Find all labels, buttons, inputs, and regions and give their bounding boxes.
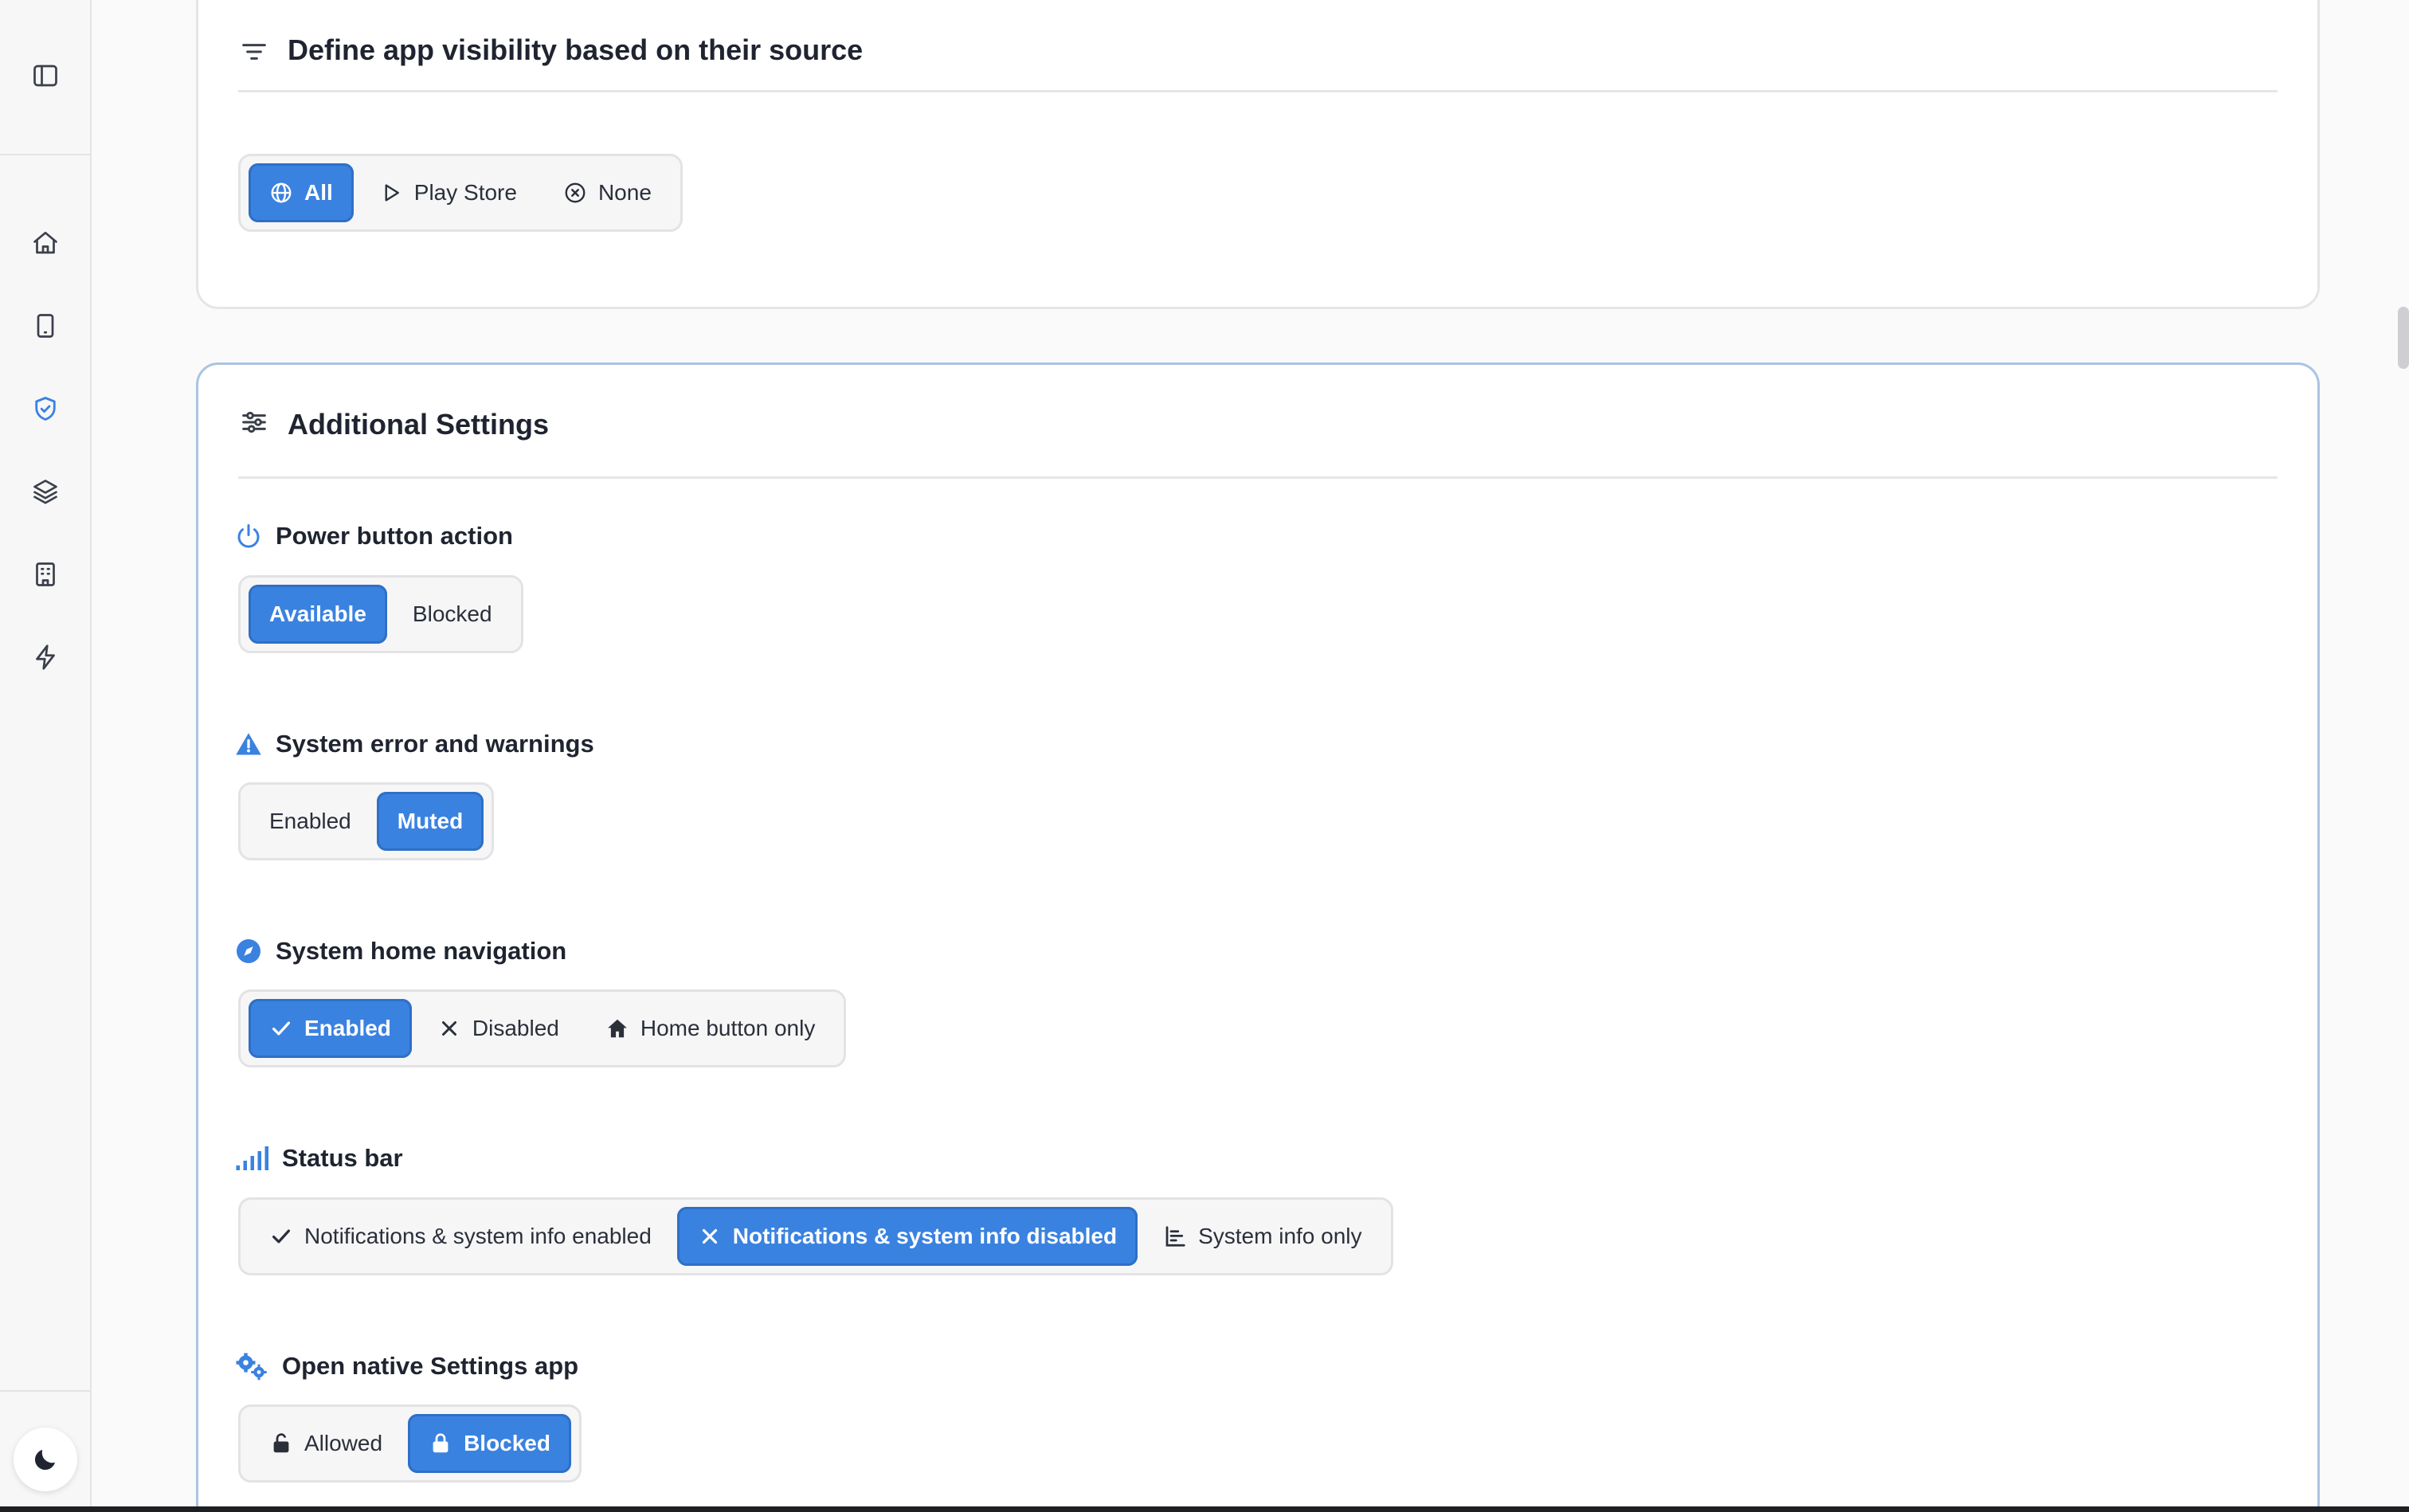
source-option-all[interactable]: All [249, 163, 354, 222]
chart-icon [1163, 1224, 1187, 1248]
check-icon [269, 1016, 293, 1040]
home-nav-option-home-button-only-label: Home button only [640, 1016, 816, 1040]
settings-app-label: Open native Settings app [234, 1352, 578, 1381]
building-icon [36, 562, 55, 586]
home-nav-option-home-button-only[interactable]: Home button only [585, 999, 836, 1058]
sidebar-item-home[interactable] [26, 224, 65, 262]
home-nav-option-disabled-label: Disabled [472, 1016, 559, 1040]
globe-icon [269, 181, 293, 205]
home-icon [33, 231, 57, 254]
power-button-label-text: Power button action [276, 522, 513, 550]
additional-settings-card: Additional Settings Power button action … [196, 362, 2320, 1512]
status-bar-option-system-info-only[interactable]: System info only [1142, 1207, 1382, 1266]
sidebar-item-policies[interactable] [26, 390, 65, 428]
lock-icon [429, 1432, 452, 1455]
filter-lines-icon [242, 44, 266, 60]
settings-app-selector: Allowed Blocked [238, 1404, 582, 1483]
power-option-available-label: Available [269, 601, 366, 626]
power-icon [234, 522, 263, 550]
scrollbar-thumb[interactable] [2398, 307, 2409, 369]
settings-app-label-text: Open native Settings app [282, 1352, 579, 1380]
system-errors-option-enabled-label: Enabled [269, 809, 351, 833]
shield-check-icon [35, 397, 56, 421]
home-nav-option-enabled-label: Enabled [304, 1016, 391, 1040]
home-navigation-label-text: System home navigation [276, 937, 567, 965]
status-bar-label-text: Status bar [282, 1144, 403, 1172]
sidebar-item-devices[interactable] [26, 307, 65, 345]
sidebar [0, 0, 92, 1512]
moon-icon [34, 1450, 55, 1471]
home-navigation-label: System home navigation [234, 937, 566, 966]
status-bar-selector: Notifications & system info enabled Noti… [238, 1197, 1393, 1275]
lightning-icon [36, 644, 55, 670]
settings-app-option-blocked-label: Blocked [464, 1431, 550, 1455]
warning-triangle-icon [234, 730, 263, 758]
settings-app-option-allowed[interactable]: Allowed [249, 1414, 403, 1473]
app-source-card-header: Define app visibility based on their sou… [238, 0, 2278, 92]
system-errors-option-muted[interactable]: Muted [376, 792, 484, 851]
status-bar-option-enabled[interactable]: Notifications & system info enabled [249, 1207, 672, 1266]
system-errors-label: System error and warnings [234, 730, 594, 758]
home-nav-option-disabled[interactable]: Disabled [417, 999, 580, 1058]
sidebar-toggle-icon [33, 65, 57, 87]
theme-toggle-button[interactable] [14, 1428, 77, 1491]
sidebar-item-layers[interactable] [26, 472, 65, 511]
play-icon [379, 181, 403, 205]
status-bar-option-disabled-label: Notifications & system info disabled [732, 1224, 1118, 1248]
power-button-selector: Available Blocked [238, 575, 523, 653]
power-option-available[interactable]: Available [249, 585, 387, 644]
app-source-title: Define app visibility based on their sou… [288, 33, 864, 66]
source-option-none-label: None [597, 180, 652, 205]
settings-app-option-allowed-label: Allowed [304, 1431, 383, 1455]
gears-icon [234, 1352, 269, 1381]
additional-settings-header: Additional Settings [238, 365, 2278, 479]
settings-app-option-blocked[interactable]: Blocked [408, 1414, 571, 1473]
source-option-play-store-label: Play Store [413, 180, 517, 205]
power-option-blocked[interactable]: Blocked [392, 585, 513, 644]
check-icon [269, 1224, 293, 1248]
sliders-icon [242, 411, 266, 433]
signal-bars-icon [234, 1144, 269, 1173]
sidebar-toggle-button[interactable] [26, 57, 65, 95]
system-errors-selector: Enabled Muted [238, 782, 495, 860]
app-source-card: Define app visibility based on their sou… [196, 0, 2320, 309]
house-icon [605, 1016, 629, 1040]
power-option-blocked-label: Blocked [412, 601, 492, 626]
additional-settings-title: Additional Settings [288, 408, 549, 441]
home-nav-option-enabled[interactable]: Enabled [249, 999, 412, 1058]
window-bottom-edge [0, 1506, 2409, 1512]
source-option-play-store[interactable]: Play Store [358, 163, 538, 222]
x-icon [698, 1224, 722, 1248]
status-bar-option-enabled-label: Notifications & system info enabled [304, 1224, 652, 1248]
source-option-none[interactable]: None [543, 163, 672, 222]
source-option-all-label: All [304, 180, 333, 205]
lock-open-icon [269, 1432, 293, 1455]
sidebar-item-automation[interactable] [26, 638, 65, 676]
sidebar-top [0, 0, 92, 155]
home-navigation-selector: Enabled Disabled Home button only [238, 989, 847, 1067]
status-bar-option-disabled[interactable]: Notifications & system info disabled [676, 1207, 1138, 1266]
system-errors-option-muted-label: Muted [397, 809, 464, 833]
sidebar-item-organization[interactable] [26, 555, 65, 593]
tablet-icon [37, 314, 54, 338]
compass-icon [234, 937, 263, 966]
app-source-selector: All Play Store None [238, 154, 683, 232]
system-errors-label-text: System error and warnings [276, 730, 594, 758]
system-errors-option-enabled[interactable]: Enabled [249, 792, 372, 851]
status-bar-option-system-info-only-label: System info only [1198, 1224, 1362, 1248]
power-button-label: Power button action [234, 522, 513, 550]
status-bar-label: Status bar [234, 1144, 403, 1173]
layers-icon [33, 480, 57, 504]
x-icon [437, 1016, 461, 1040]
circle-x-icon [563, 181, 587, 205]
